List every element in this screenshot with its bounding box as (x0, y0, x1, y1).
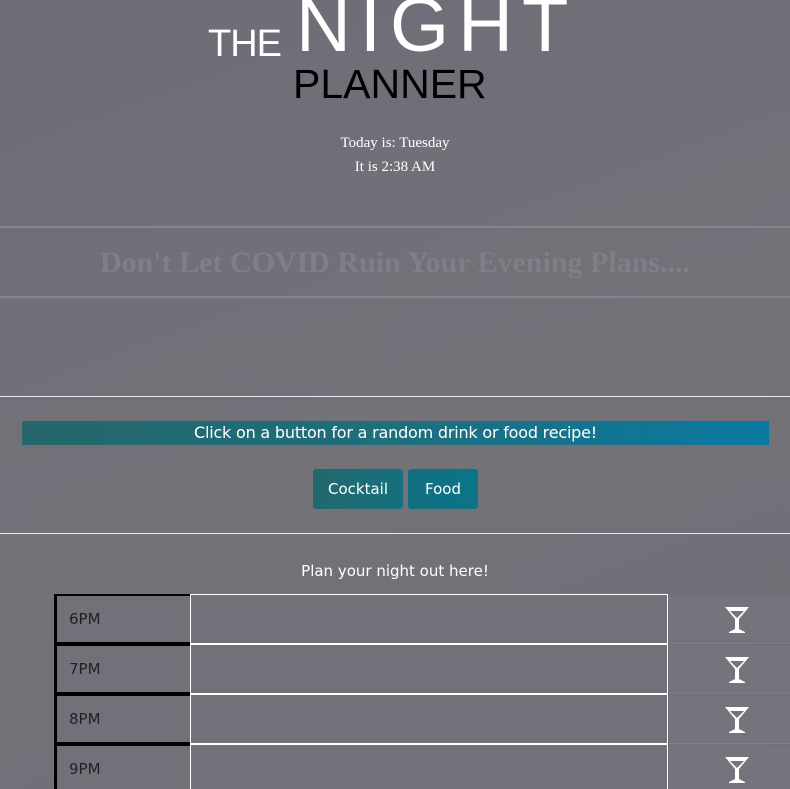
logo-the: THE (208, 23, 282, 65)
divider (0, 396, 790, 397)
hour-label: 6PM (54, 594, 203, 644)
food-button[interactable]: Food (408, 469, 478, 509)
save-button[interactable] (669, 695, 790, 744)
save-button[interactable] (669, 745, 790, 789)
save-button[interactable] (669, 645, 790, 694)
divider (0, 533, 790, 534)
planner-row-6pm: 6PM (54, 594, 790, 644)
plan-entry-field[interactable] (190, 644, 668, 694)
current-time: It is 2:38 AM (354, 159, 436, 175)
plan-entry-field[interactable] (190, 744, 668, 789)
hour-label: 7PM (54, 644, 203, 694)
night-planner-logo: THE NIGHT PLANNER (0, 0, 790, 110)
covid-banner: Don't Let COVID Ruin Your Evening Plans.… (0, 226, 790, 298)
recipe-prompt: Click on a button for a random drink or … (22, 421, 769, 445)
planner-row-7pm: 7PM (54, 644, 790, 694)
save-button[interactable] (669, 595, 790, 644)
date-info: Today is: Tuesday It is 2:38 AM (0, 131, 790, 179)
logo-planner: PLANNER (293, 61, 487, 107)
logo-night: NIGHT (296, 0, 578, 68)
hour-label: 9PM (54, 744, 203, 789)
planner-intro: Plan your night out here! (301, 562, 489, 580)
current-day: Today is: Tuesday (340, 135, 450, 151)
martini-glass-icon (725, 657, 749, 683)
page: THE NIGHT PLANNER Today is: Tuesday It i… (0, 0, 790, 789)
martini-glass-icon (725, 607, 749, 633)
martini-glass-icon (725, 757, 749, 783)
planner-row-8pm: 8PM (54, 694, 790, 744)
hour-label: 8PM (54, 694, 203, 744)
martini-glass-icon (725, 707, 749, 733)
banner-text: Don't Let COVID Ruin Your Evening Plans.… (99, 246, 691, 279)
cocktail-button[interactable]: Cocktail (313, 469, 403, 509)
planner-row-9pm: 9PM (54, 744, 790, 789)
plan-entry-field[interactable] (190, 694, 668, 744)
plan-entry-field[interactable] (190, 594, 668, 644)
